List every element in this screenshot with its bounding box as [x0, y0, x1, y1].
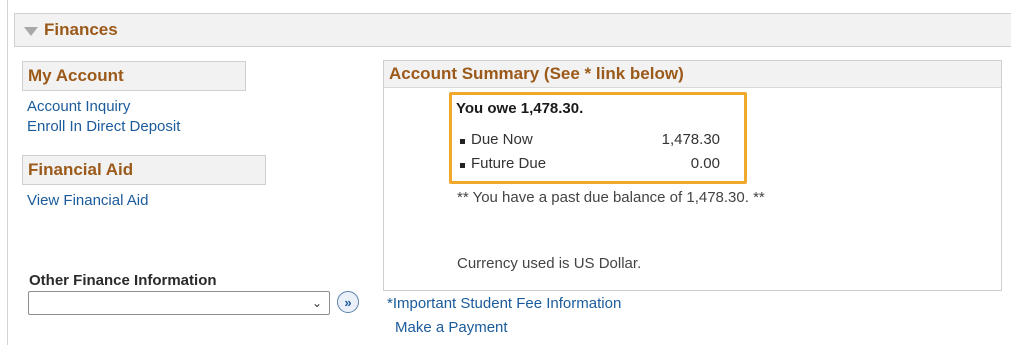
bullet-icon: [460, 162, 465, 168]
make-payment-link[interactable]: Make a Payment: [395, 319, 508, 336]
financial-aid-header: Financial Aid: [22, 155, 266, 185]
due-now-row: Due Now 1,478.30: [460, 131, 720, 148]
my-account-title: My Account: [28, 66, 124, 85]
due-now-label: Due Now: [471, 131, 533, 148]
left-divider: [7, 0, 8, 345]
my-account-header: My Account: [22, 61, 246, 91]
future-due-value: 0.00: [690, 155, 720, 172]
future-due-label: Future Due: [471, 155, 547, 172]
finances-title: Finances: [44, 20, 118, 39]
bullet-icon: [460, 138, 465, 144]
chevron-down-icon[interactable]: ⌄: [312, 296, 322, 310]
past-due-notice: ** You have a past due balance of 1,478.…: [457, 189, 765, 206]
financial-aid-title: Financial Aid: [28, 160, 134, 179]
due-now-value: 1,478.30: [661, 131, 720, 148]
enroll-direct-deposit-link[interactable]: Enroll In Direct Deposit: [27, 118, 180, 135]
go-button[interactable]: »: [337, 291, 359, 313]
other-finance-select[interactable]: ⌄: [28, 291, 330, 315]
account-summary-title: Account Summary (See * link below): [384, 61, 1001, 88]
amount-owed-text: You owe 1,478.30.: [456, 100, 584, 117]
account-inquiry-link[interactable]: Account Inquiry: [27, 98, 130, 115]
collapse-triangle-icon[interactable]: [24, 26, 38, 36]
other-finance-label: Other Finance Information: [29, 272, 217, 289]
currency-notice: Currency used is US Dollar.: [457, 255, 642, 272]
double-chevron-right-icon: »: [344, 294, 352, 310]
future-due-row: Future Due 0.00: [460, 155, 720, 172]
view-financial-aid-link[interactable]: View Financial Aid: [27, 192, 148, 209]
important-fee-info-link[interactable]: *Important Student Fee Information: [387, 295, 621, 312]
finances-header[interactable]: Finances: [14, 13, 1011, 47]
